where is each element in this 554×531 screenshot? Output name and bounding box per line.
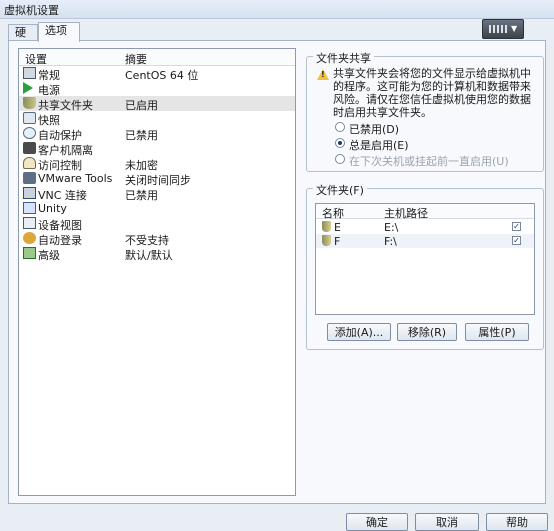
radio-disabled[interactable]: 已禁用(D) xyxy=(335,121,535,136)
settings-list-item[interactable]: Unity xyxy=(19,201,295,216)
warning-text: 共享文件夹会将您的文件显示给虚拟机中 的程序。这可能为您的计算机和数据带来 风险… xyxy=(333,67,531,119)
folders-table[interactable]: 名称 主机路径 E E:\ ✓ F F:\ ✓ xyxy=(315,203,535,315)
tab-options[interactable]: 选项 xyxy=(38,22,80,42)
folder-enabled-checkbox[interactable]: ✓ xyxy=(512,222,521,231)
settings-list-item[interactable]: 访问控制 未加密 xyxy=(19,156,295,172)
radio-dot xyxy=(335,154,345,164)
column-header-setting: 设置 xyxy=(25,53,47,66)
folder-host-path: E:\ xyxy=(384,221,399,234)
vmware-tools-icon xyxy=(23,172,36,184)
cancel-button[interactable]: 取消 xyxy=(415,513,479,531)
folder-sharing-title: 文件夹共享 xyxy=(313,50,374,66)
settings-list[interactable]: 设置 摘要 常规 CentOS 64 位电源 共享文件夹 已启用 快照 自动保护 已禁用 客户… xyxy=(18,48,296,496)
settings-list-item[interactable]: 电源 xyxy=(19,81,295,97)
guest-isolation-icon xyxy=(23,142,36,154)
folder-icon xyxy=(322,221,331,232)
settings-list-item[interactable]: 客户机隔离 xyxy=(19,141,295,157)
power-icon xyxy=(23,82,33,94)
settings-item-label: 高级 xyxy=(38,249,60,262)
settings-list-item[interactable]: 自动保护 已禁用 xyxy=(19,126,295,142)
folders-group: 文件夹(F) 名称 主机路径 E E:\ ✓ F F:\ ✓ 添加(A)... 移除(R)… xyxy=(306,182,544,350)
device-view-icon xyxy=(23,217,36,229)
column-header-host-path: 主机路径 xyxy=(384,207,428,220)
settings-list-item[interactable]: VNC 连接 已禁用 xyxy=(19,186,295,202)
folder-properties-button[interactable]: 属性(P) xyxy=(465,323,529,341)
settings-item-label: Unity xyxy=(38,202,67,215)
radio-enabled-until-poweroff: 在下次关机或挂起前一直启用(U) xyxy=(335,153,535,168)
advanced-icon xyxy=(23,247,36,259)
autoprotect-icon xyxy=(23,127,36,139)
settings-list-item[interactable]: 设备视图 xyxy=(19,216,295,232)
unity-icon xyxy=(23,202,36,214)
settings-list-item[interactable]: 共享文件夹 已启用 xyxy=(19,96,295,112)
snapshot-icon xyxy=(23,112,36,124)
folder-row[interactable]: F F:\ ✓ xyxy=(316,234,534,248)
window-title: 虚拟机设置 xyxy=(4,4,59,17)
folder-sharing-group: 文件夹共享 共享文件夹会将您的文件显示给虚拟机中 的程序。这可能为您的计算机和数… xyxy=(306,50,544,172)
chevron-down-icon: ▼ xyxy=(511,24,518,33)
settings-item-summary: 默认/默认 xyxy=(125,249,173,262)
column-header-name: 名称 xyxy=(322,207,344,220)
settings-list-header: 设置 摘要 xyxy=(19,49,295,66)
settings-list-item[interactable]: 高级 默认/默认 xyxy=(19,246,295,262)
folder-row[interactable]: E E:\ ✓ xyxy=(316,220,534,234)
radio-always-enabled[interactable]: 总是启用(E) xyxy=(335,137,535,152)
folder-enabled-checkbox[interactable]: ✓ xyxy=(512,236,521,245)
warning-icon xyxy=(317,69,329,80)
add-folder-button[interactable]: 添加(A)... xyxy=(327,323,391,341)
folders-table-header: 名称 主机路径 xyxy=(316,204,534,220)
help-button[interactable]: 帮助 xyxy=(486,513,548,531)
autologin-icon xyxy=(23,232,36,244)
folder-icon xyxy=(322,235,331,246)
column-header-summary: 摘要 xyxy=(125,53,147,66)
folder-name: E xyxy=(334,221,341,234)
settings-list-item[interactable]: 自动登录 不受支持 xyxy=(19,231,295,247)
folder-host-path: F:\ xyxy=(384,235,397,248)
tab-hardware[interactable]: 硬件 xyxy=(8,24,38,55)
dialog-footer: 确定 取消 帮助 xyxy=(0,504,554,531)
settings-list-item[interactable]: VMware Tools 关闭时间同步 xyxy=(19,171,295,187)
folder-name: F xyxy=(334,235,341,248)
general-icon xyxy=(23,67,36,79)
folders-title: 文件夹(F) xyxy=(313,182,367,198)
settings-item-label: VMware Tools xyxy=(38,172,113,185)
title-bar: 虚拟机设置 xyxy=(0,0,554,19)
shared-folder-icon xyxy=(23,97,36,109)
remove-folder-button[interactable]: 移除(R) xyxy=(397,323,457,341)
settings-list-item[interactable]: 快照 xyxy=(19,111,295,127)
radio-dot[interactable] xyxy=(335,122,345,132)
grid-icon xyxy=(489,25,507,33)
access-control-icon xyxy=(23,157,36,169)
settings-list-item[interactable]: 常规 CentOS 64 位 xyxy=(19,66,295,82)
view-toggle-button[interactable]: ▼ xyxy=(482,19,524,39)
vnc-icon xyxy=(23,187,36,199)
radio-dot[interactable] xyxy=(335,138,345,148)
ok-button[interactable]: 确定 xyxy=(346,513,408,531)
